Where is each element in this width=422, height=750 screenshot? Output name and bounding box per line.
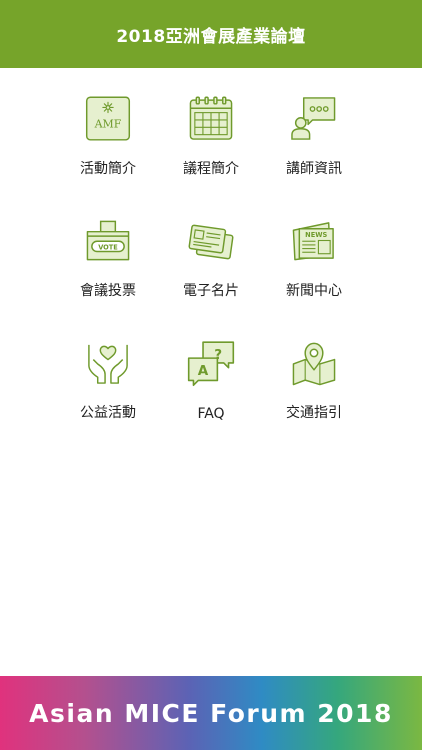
speaker-chat-icon: [291, 97, 336, 140]
newspaper-icon: NEWS: [292, 222, 334, 261]
business-card-icon: [188, 224, 234, 260]
menu-item-faq[interactable]: ? A FAQ: [151, 312, 271, 422]
menu-item-newsroom[interactable]: NEWS 新聞中心: [254, 190, 374, 300]
svg-text:VOTE: VOTE: [98, 243, 118, 251]
menu-item-event-intro[interactable]: AMF 活動簡介: [48, 68, 168, 178]
menu-item-voting[interactable]: VOTE 會議投票: [48, 190, 168, 300]
banner-text: Asian MICE Forum 2018: [29, 698, 393, 728]
map-pin-icon: [292, 342, 336, 386]
calendar-icon: [189, 96, 233, 140]
vote-box-icon: VOTE: [86, 220, 130, 261]
svg-text:A: A: [198, 363, 209, 379]
menu-item-transport[interactable]: 交通指引: [254, 312, 374, 422]
page-title: 2018亞洲會展產業論壇: [116, 26, 306, 47]
menu-item-label: 議程簡介: [183, 161, 239, 177]
menu-item-label: 公益活動: [80, 405, 136, 421]
menu-item-label: 電子名片: [183, 283, 239, 299]
menu-item-label: 活動簡介: [80, 161, 136, 177]
menu-item-charity[interactable]: 公益活動: [48, 312, 168, 422]
menu-item-label: 會議投票: [80, 283, 136, 299]
menu-item-label: FAQ: [197, 406, 225, 422]
amf-logo-icon: AMF: [85, 96, 131, 141]
menu-item-label: 講師資訊: [286, 161, 342, 177]
menu-item-business-card[interactable]: 電子名片: [151, 190, 271, 300]
svg-text:NEWS: NEWS: [305, 231, 327, 239]
charity-hands-icon: [88, 344, 128, 384]
faq-chat-icon: ? A: [187, 341, 235, 387]
menu-item-label: 交通指引: [286, 405, 342, 421]
app-header: 2018亞洲會展產業論壇: [0, 0, 422, 68]
menu-item-agenda[interactable]: 議程簡介: [151, 68, 271, 178]
menu-item-speakers[interactable]: 講師資訊: [254, 68, 374, 178]
menu-item-label: 新聞中心: [286, 283, 342, 299]
forum-banner: Asian MICE Forum 2018: [0, 676, 422, 750]
svg-text:AMF: AMF: [94, 117, 122, 130]
